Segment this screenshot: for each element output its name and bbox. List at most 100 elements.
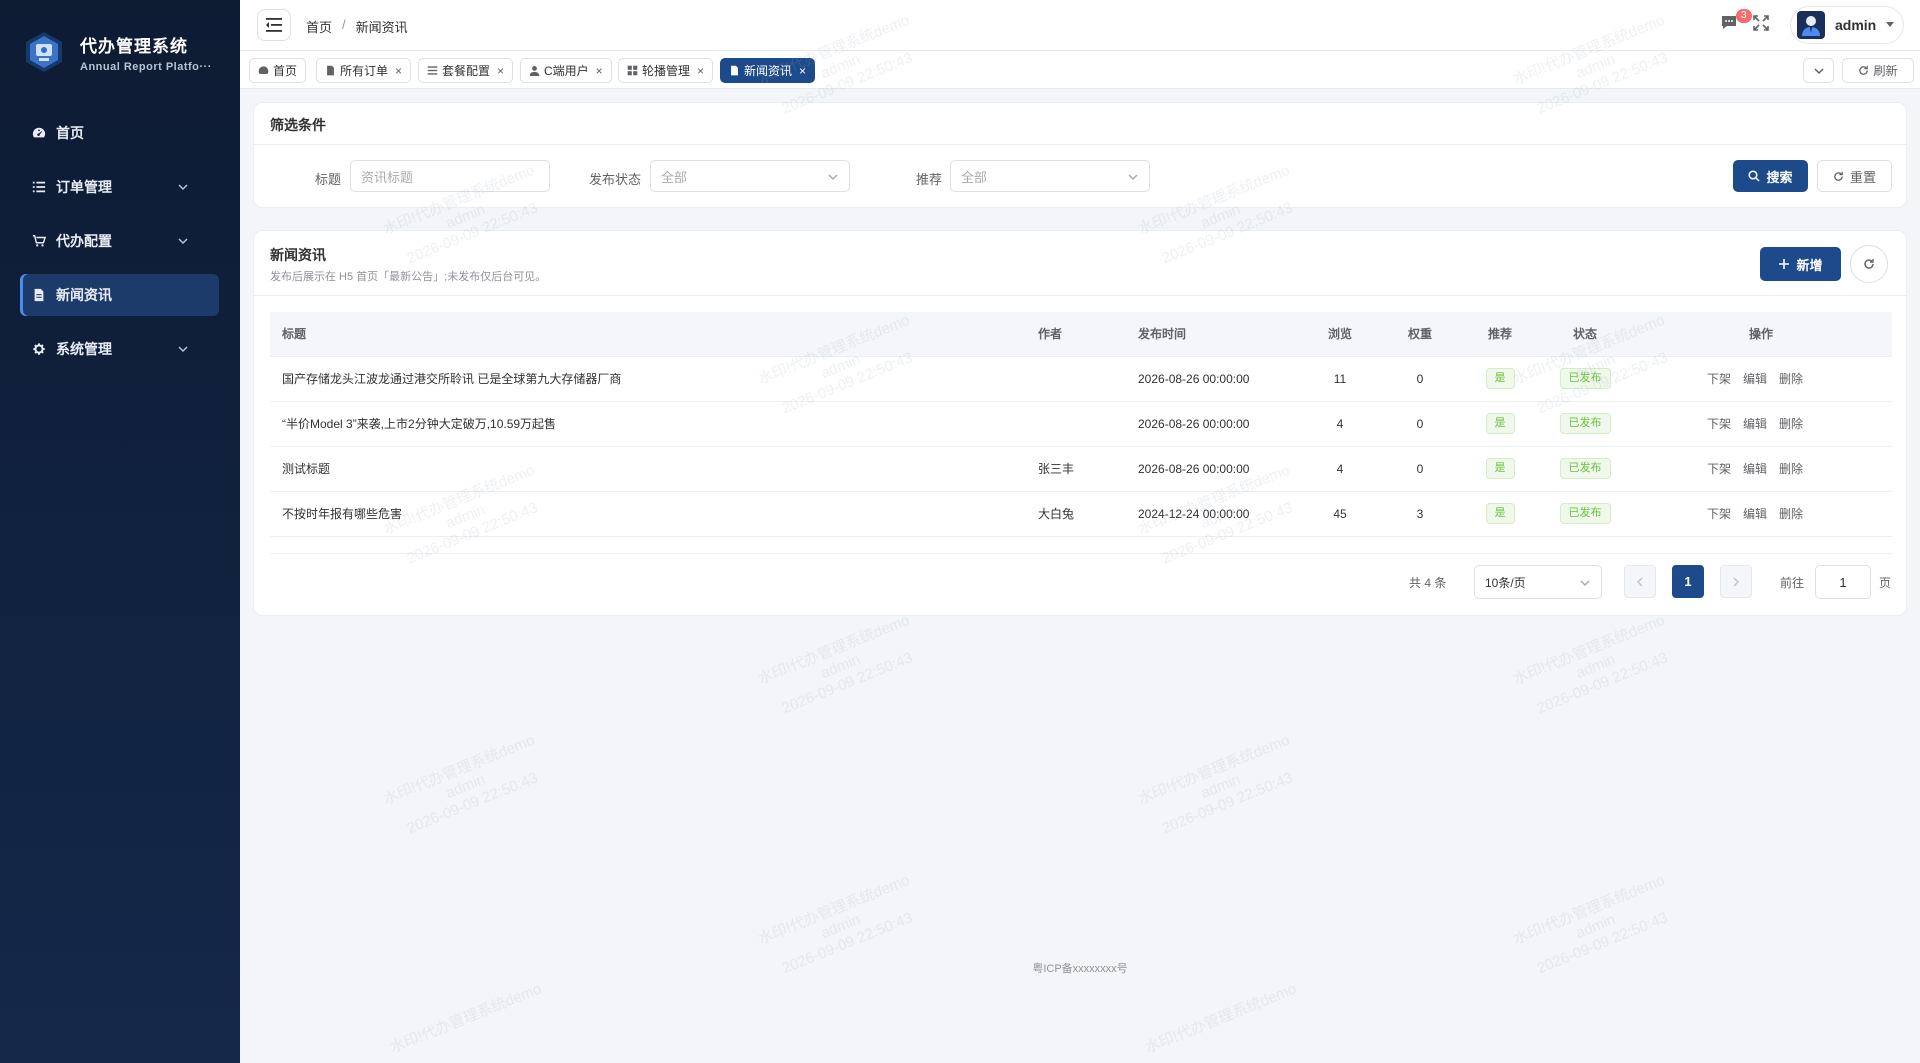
edit-link[interactable]: 编辑 (1743, 372, 1767, 386)
message-button[interactable]: 3 (1720, 9, 1752, 35)
breadcrumb-separator: / (342, 17, 346, 32)
news-title-cell: 测试标题 (270, 446, 1026, 492)
sidebar-item-orders[interactable]: 订单管理 (20, 166, 219, 208)
dashboard-icon (258, 66, 269, 74)
recommend-filter-value: 全部 (961, 169, 988, 185)
edit-link[interactable]: 编辑 (1743, 462, 1767, 476)
page-size-select[interactable]: 10条/页 (1474, 565, 1602, 599)
news-status-cell: 已发布 (1540, 446, 1630, 492)
avatar (1797, 11, 1825, 39)
news-time-cell: 2024-12-24 00:00:00 (1126, 491, 1300, 537)
watermark: 水印!代办管理系统demoadmin2026-09-09 22:50:43 (1510, 611, 1671, 718)
unpublish-link[interactable]: 下架 (1707, 462, 1731, 476)
document-icon (34, 288, 44, 302)
unpublish-link[interactable]: 下架 (1707, 417, 1731, 431)
menu-toggle-button[interactable] (257, 9, 291, 41)
sidebar-item-system[interactable]: 系统管理 (20, 328, 219, 370)
edit-link[interactable]: 编辑 (1743, 507, 1767, 521)
document-icon (327, 65, 334, 76)
close-icon[interactable]: × (697, 64, 704, 78)
fullscreen-button[interactable] (1752, 14, 1770, 35)
delete-link[interactable]: 删除 (1779, 372, 1803, 386)
user-avatar-icon (1802, 16, 1820, 36)
close-icon[interactable]: × (799, 64, 806, 78)
header-actions: 3 (1720, 9, 1770, 35)
column-header-views: 浏览 (1300, 312, 1380, 357)
next-page-button[interactable] (1720, 565, 1752, 598)
user-menu[interactable]: admin (1790, 6, 1904, 44)
menu-fold-icon (266, 18, 282, 32)
tab-package-config[interactable]: 套餐配置 × (418, 58, 514, 83)
tabs-more-button[interactable] (1803, 58, 1834, 83)
tabs-refresh-button[interactable]: 刷新 (1842, 58, 1914, 83)
tab-home[interactable]: 首页 (249, 58, 307, 83)
unpublish-link[interactable]: 下架 (1707, 507, 1731, 521)
news-weight-cell: 3 (1380, 491, 1460, 537)
delete-link[interactable]: 删除 (1779, 417, 1803, 431)
chevron-down-icon (178, 346, 188, 353)
status-tag: 已发布 (1559, 458, 1611, 479)
filter-card: 筛选条件 标题 资讯标题 发布状态 全部 推荐 全部 搜索 重置 (253, 102, 1907, 208)
sidebar-item-label: 新闻资讯 (56, 287, 112, 303)
prev-page-button[interactable] (1624, 565, 1656, 598)
news-views-cell: 4 (1300, 446, 1380, 492)
news-title-cell: “半价Model 3”来袭,上市2分钟大定破万,10.59万起售 (270, 401, 1026, 447)
top-header: 首页 / 新闻资讯 3 admin (240, 0, 1920, 51)
tab-carousel[interactable]: 轮播管理 × (618, 58, 714, 83)
table-row: 测试标题 张三丰 2026-08-26 00:00:00 4 0 是 已发布 下… (270, 446, 1892, 492)
chevron-down-icon (1580, 580, 1590, 587)
recommend-filter-select[interactable]: 全部 (950, 160, 1150, 192)
sidebar-item-news[interactable]: 新闻资讯 (20, 274, 219, 316)
search-button[interactable]: 搜索 (1733, 160, 1808, 192)
list-icon (32, 181, 46, 193)
sidebar-menu: 首页 订单管理 代办配置 新闻资讯 系统管理 (20, 112, 219, 382)
reload-table-button[interactable] (1850, 245, 1888, 283)
edit-link[interactable]: 编辑 (1743, 417, 1767, 431)
page-number-current[interactable]: 1 (1672, 565, 1704, 598)
delete-link[interactable]: 删除 (1779, 462, 1803, 476)
status-filter-select[interactable]: 全部 (650, 160, 850, 192)
news-status-cell: 已发布 (1540, 491, 1630, 537)
unpublish-link[interactable]: 下架 (1707, 372, 1731, 386)
sidebar-item-config[interactable]: 代办配置 (20, 220, 219, 262)
tab-label: 首页 (273, 64, 298, 78)
message-badge: 3 (1736, 9, 1752, 23)
grid-icon (627, 65, 638, 76)
title-filter-input[interactable]: 资讯标题 (350, 160, 550, 192)
tab-label: 轮播管理 (642, 64, 691, 78)
news-card: 新闻资讯 发布后展示在 H5 首页「最新公告」;未发布仅后台可见。 新增 标题 … (253, 230, 1907, 616)
add-news-label: 新增 (1796, 257, 1823, 273)
tab-c-users[interactable]: C端用户 × (520, 58, 612, 83)
status-tag: 已发布 (1559, 368, 1611, 389)
goto-page-input[interactable]: 1 (1815, 565, 1871, 599)
recommend-tag: 是 (1485, 503, 1515, 524)
breadcrumb-home[interactable]: 首页 (306, 17, 332, 36)
tab-all-orders[interactable]: 所有订单 × (316, 58, 412, 83)
close-icon[interactable]: × (596, 64, 603, 78)
watermark: 水印!代办管理系统demoadmin2026-09-09 22:50:43 (1135, 731, 1296, 838)
news-recommend-cell: 是 (1460, 446, 1540, 492)
reset-button[interactable]: 重置 (1817, 160, 1892, 192)
tabs-refresh-label: 刷新 (1873, 64, 1898, 78)
divider (270, 553, 1892, 554)
add-news-button[interactable]: 新增 (1760, 247, 1841, 281)
news-actions-cell: 下架 编辑 删除 (1630, 491, 1892, 537)
status-filter-value: 全部 (661, 169, 688, 185)
news-card-subtitle: 发布后展示在 H5 首页「最新公告」;未发布仅后台可见。 (270, 271, 547, 283)
status-tag: 已发布 (1559, 503, 1611, 524)
tab-news[interactable]: 新闻资讯 × (720, 58, 816, 83)
list-icon (427, 66, 438, 75)
column-header-actions: 操作 (1630, 312, 1892, 357)
brand: 代办管理系统 Annual Report Platfo··· (20, 28, 212, 76)
close-icon[interactable]: × (395, 64, 402, 78)
tabs-bar: 首页 所有订单 × 套餐配置 × C端用户 × 轮播管理 × 新闻资讯 × 刷新 (240, 51, 1920, 89)
recommend-tag: 是 (1485, 413, 1515, 434)
delete-link[interactable]: 删除 (1779, 507, 1803, 521)
sidebar-item-label: 首页 (56, 125, 84, 141)
title-filter-label: 标题 (315, 172, 342, 187)
tab-label: 所有订单 (340, 64, 389, 78)
sidebar-item-home[interactable]: 首页 (20, 112, 219, 154)
cart-icon (32, 235, 46, 247)
chevron-down-icon (828, 174, 838, 181)
close-icon[interactable]: × (497, 64, 504, 78)
